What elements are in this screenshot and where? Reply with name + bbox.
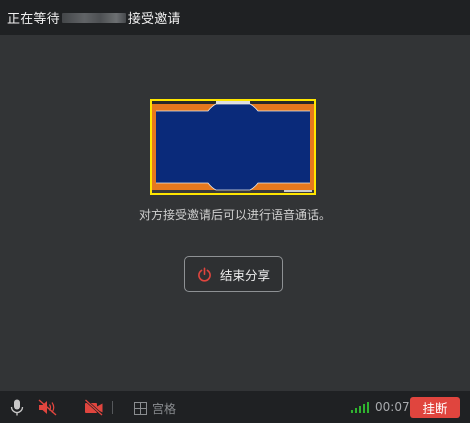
window-title: 正在等待 接受邀请 xyxy=(7,8,181,27)
redacted-name xyxy=(61,12,126,23)
speaker-button[interactable] xyxy=(38,399,58,416)
call-toolbar: 宫格 00:07 挂断 xyxy=(0,391,470,423)
call-timer: 00:07 xyxy=(375,400,410,414)
hangup-button[interactable]: 挂断 xyxy=(410,397,460,418)
shared-screen-thumbnail xyxy=(152,101,314,193)
grid-view-button[interactable]: 宫格 xyxy=(134,400,176,417)
signal-icon xyxy=(351,402,369,413)
speaker-muted-icon xyxy=(38,399,57,416)
invite-hint-text: 对方接受邀请后可以进行语音通话。 xyxy=(138,208,331,222)
title-prefix: 正在等待 xyxy=(7,12,60,27)
power-icon xyxy=(198,266,211,282)
microphone-icon xyxy=(10,399,24,416)
network-signal xyxy=(351,402,369,413)
toolbar-divider xyxy=(112,401,113,414)
grid-view-label: 宫格 xyxy=(152,402,177,416)
end-share-button[interactable]: 结束分享 xyxy=(184,256,283,292)
camera-off-icon xyxy=(84,399,103,416)
title-bar: 正在等待 接受邀请 xyxy=(0,0,470,35)
end-share-label: 结束分享 xyxy=(219,267,270,283)
screen-share-preview xyxy=(150,99,316,195)
camera-button[interactable] xyxy=(84,399,104,416)
grid-icon xyxy=(134,402,147,415)
microphone-button[interactable] xyxy=(10,399,24,416)
title-suffix: 接受邀请 xyxy=(127,12,181,27)
